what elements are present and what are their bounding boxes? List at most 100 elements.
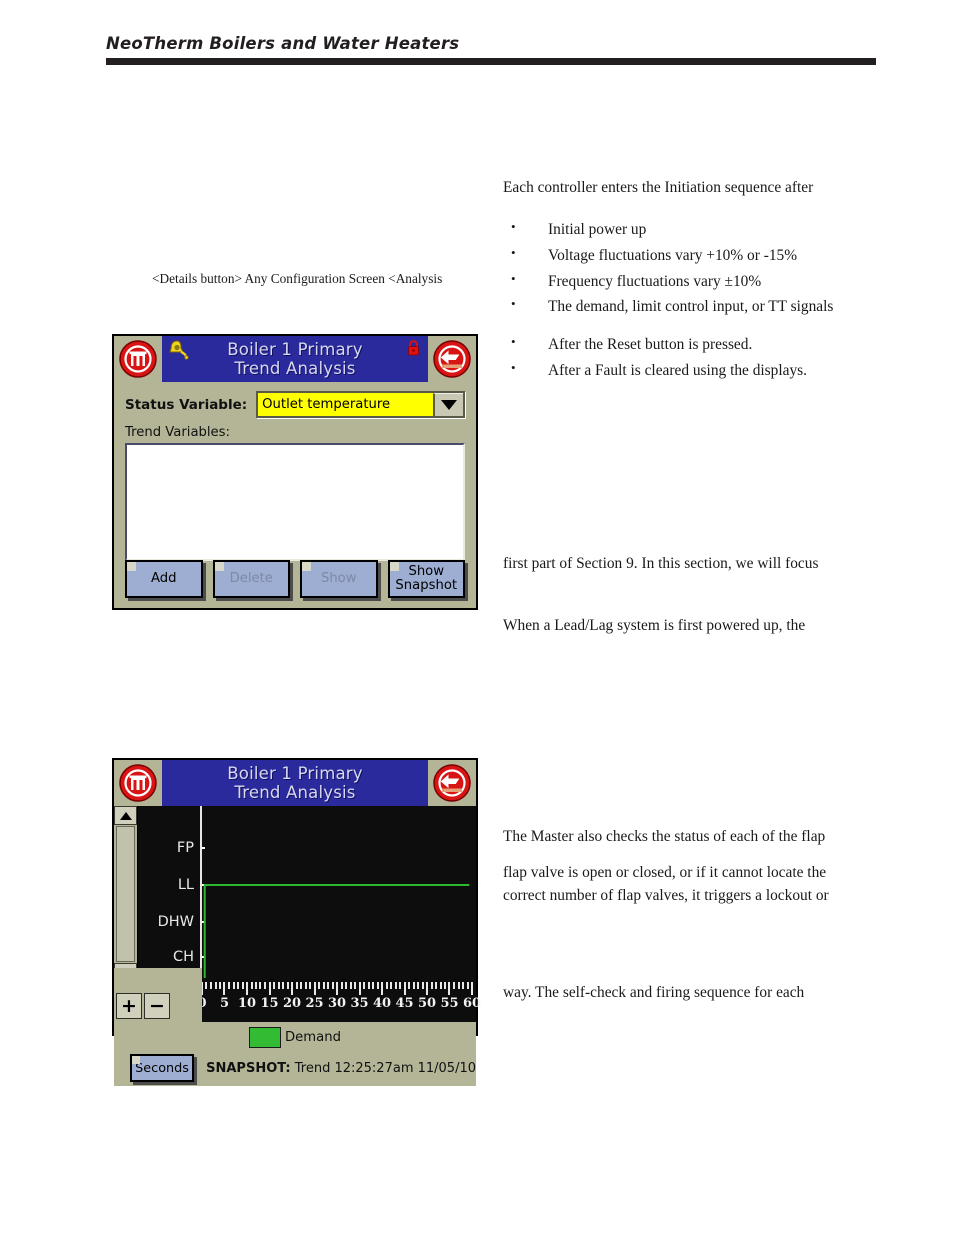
x-tick-minor bbox=[232, 982, 235, 989]
snapshot-value: Trend 12:25:27am 11/05/10 bbox=[294, 1060, 476, 1076]
list-item: After the Reset button is pressed. bbox=[503, 332, 878, 357]
x-tick-minor bbox=[457, 982, 460, 989]
plot-area: FP LL DHW CH bbox=[138, 806, 476, 982]
snapshot-prefix: SNAPSHOT: bbox=[206, 1060, 291, 1076]
trend-analysis-graph-panel: Boiler 1 Primary Trend Analysis FP LL DH… bbox=[112, 758, 481, 1086]
status-variable-row: Status Variable: Outlet temperature bbox=[125, 391, 465, 418]
x-tick-major bbox=[245, 982, 248, 995]
x-tick-minor bbox=[363, 982, 365, 989]
dropdown-arrow-button[interactable] bbox=[433, 393, 463, 416]
y-axis-labels: FP LL DHW CH bbox=[138, 806, 200, 982]
back-return-icon bbox=[433, 764, 471, 802]
panel2-home-button[interactable] bbox=[114, 760, 162, 806]
panel2-back-button[interactable] bbox=[428, 760, 476, 806]
x-tick-major bbox=[223, 982, 226, 995]
x-tick-minor bbox=[453, 982, 455, 989]
panel2-title-area: Boiler 1 Primary Trend Analysis bbox=[162, 760, 428, 806]
x-tick-label: 55 bbox=[440, 996, 459, 1011]
plot-inner bbox=[202, 806, 472, 982]
chart-legend: Demand bbox=[114, 1022, 476, 1050]
triangle-up-icon bbox=[119, 811, 132, 820]
x-tick-minor bbox=[390, 982, 392, 989]
x-tick-major bbox=[426, 982, 428, 995]
x-tick-minor bbox=[462, 982, 464, 989]
x-tick-major bbox=[336, 982, 338, 995]
x-tick-major bbox=[471, 982, 473, 995]
time-unit-button[interactable]: Seconds bbox=[130, 1054, 195, 1082]
panel2-titlebar: Boiler 1 Primary Trend Analysis bbox=[114, 760, 476, 806]
x-tick-label: 25 bbox=[305, 996, 324, 1011]
panel2-title-line2: Trend Analysis bbox=[234, 783, 356, 802]
x-tick-minor bbox=[376, 982, 379, 989]
panel1-home-button[interactable] bbox=[114, 336, 162, 382]
panel1-titlebar: Boiler 1 Primary Trend Analysis bbox=[114, 336, 476, 382]
bullet-list-group1: Initial power up Voltage fluctuations va… bbox=[503, 217, 878, 321]
panel1-back-button[interactable] bbox=[428, 336, 476, 382]
selfcheck-paragraph: way. The self-check and firing sequence … bbox=[503, 981, 878, 1004]
x-tick-minor bbox=[272, 982, 275, 989]
x-tick-minor bbox=[277, 982, 280, 989]
x-tick-minor bbox=[300, 982, 302, 989]
status-variable-dropdown[interactable]: Outlet temperature bbox=[256, 391, 465, 418]
x-tick-minor bbox=[250, 982, 253, 989]
snapshot-status-text: SNAPSHOT: Trend 12:25:27am 11/05/10 bbox=[206, 1061, 476, 1076]
x-tick-minor bbox=[331, 982, 334, 989]
legend-label-demand: Demand bbox=[285, 1029, 341, 1045]
x-tick-major bbox=[290, 982, 293, 995]
x-tick-minor bbox=[264, 982, 266, 989]
header-rule bbox=[106, 58, 876, 65]
chevron-down-icon bbox=[441, 400, 457, 410]
leadlag-paragraph: When a Lead/Lag system is first powered … bbox=[503, 614, 878, 637]
x-tick-major bbox=[358, 982, 361, 995]
page-title: NeoTherm Boilers and Water Heaters bbox=[106, 34, 460, 53]
show-snapshot-line2: Snapshot bbox=[395, 578, 458, 593]
list-item: Voltage fluctuations vary +10% or -15% bbox=[503, 243, 878, 268]
intro-text: Each controller enters the Initiation se… bbox=[503, 179, 814, 196]
x-tick-minor bbox=[209, 982, 212, 989]
list-item: Initial power up bbox=[503, 217, 878, 242]
list-item: After a Fault is cleared using the displ… bbox=[503, 358, 878, 383]
panel1-title-line2: Trend Analysis bbox=[234, 359, 356, 378]
scroll-up-button[interactable] bbox=[114, 806, 137, 825]
trend-variables-listbox[interactable] bbox=[125, 443, 465, 561]
y-tick-label-ll: LL bbox=[177, 877, 194, 894]
back-return-icon bbox=[433, 340, 471, 378]
x-tick-minor bbox=[295, 982, 298, 989]
add-button[interactable]: Add bbox=[125, 560, 203, 598]
zoom-out-button[interactable]: − bbox=[144, 993, 170, 1019]
selfcheck-text: way. The self-check and firing sequence … bbox=[503, 984, 805, 1001]
x-tick-minor bbox=[255, 982, 257, 989]
x-tick-minor bbox=[304, 982, 307, 989]
x-tick-minor bbox=[408, 982, 410, 989]
x-tick-minor bbox=[282, 982, 284, 989]
panel1-body: Status Variable: Outlet temperature Tren… bbox=[114, 382, 476, 561]
y-tick-label-ch: CH bbox=[172, 949, 194, 966]
intro-paragraph: Each controller enters the Initiation se… bbox=[503, 176, 878, 199]
x-tick-minor bbox=[444, 982, 446, 989]
flapvalve-paragraph: flap valve is open or closed, or if it c… bbox=[503, 861, 878, 908]
master-paragraph: The Master also checks the status of eac… bbox=[503, 825, 878, 848]
show-button[interactable]: Show bbox=[300, 560, 378, 598]
x-tick-minor bbox=[421, 982, 424, 989]
x-tick-label: 10 bbox=[237, 996, 257, 1011]
scrollbar-thumb[interactable] bbox=[116, 826, 135, 962]
x-axis: 0 5 10 15 20 25 30 35 40 45 50 55 60 + − bbox=[114, 968, 481, 1022]
zoom-in-button[interactable]: + bbox=[116, 993, 142, 1019]
list-item: Frequency fluctuations vary ±10% bbox=[503, 269, 878, 294]
show-snapshot-button[interactable]: Show Snapshot bbox=[387, 560, 465, 598]
x-tick-label: 45 bbox=[395, 996, 414, 1011]
x-tick-label: 5 bbox=[219, 996, 230, 1011]
graph-vertical-scrollbar[interactable] bbox=[114, 806, 138, 982]
x-tick-label: 50 bbox=[417, 996, 437, 1011]
x-tick-minor bbox=[236, 982, 239, 989]
x-tick-minor bbox=[430, 982, 433, 989]
delete-button[interactable]: Delete bbox=[212, 560, 290, 598]
x-tick-label: 15 bbox=[260, 996, 279, 1011]
x-tick-label: 30 bbox=[327, 996, 347, 1011]
x-tick-label: 20 bbox=[282, 996, 302, 1011]
x-tick-minor bbox=[228, 982, 230, 989]
x-tick-minor bbox=[241, 982, 244, 989]
x-tick-minor bbox=[399, 982, 401, 989]
section9-text: first part of Section 9. In this section… bbox=[503, 555, 819, 572]
x-tick-minor bbox=[439, 982, 442, 989]
